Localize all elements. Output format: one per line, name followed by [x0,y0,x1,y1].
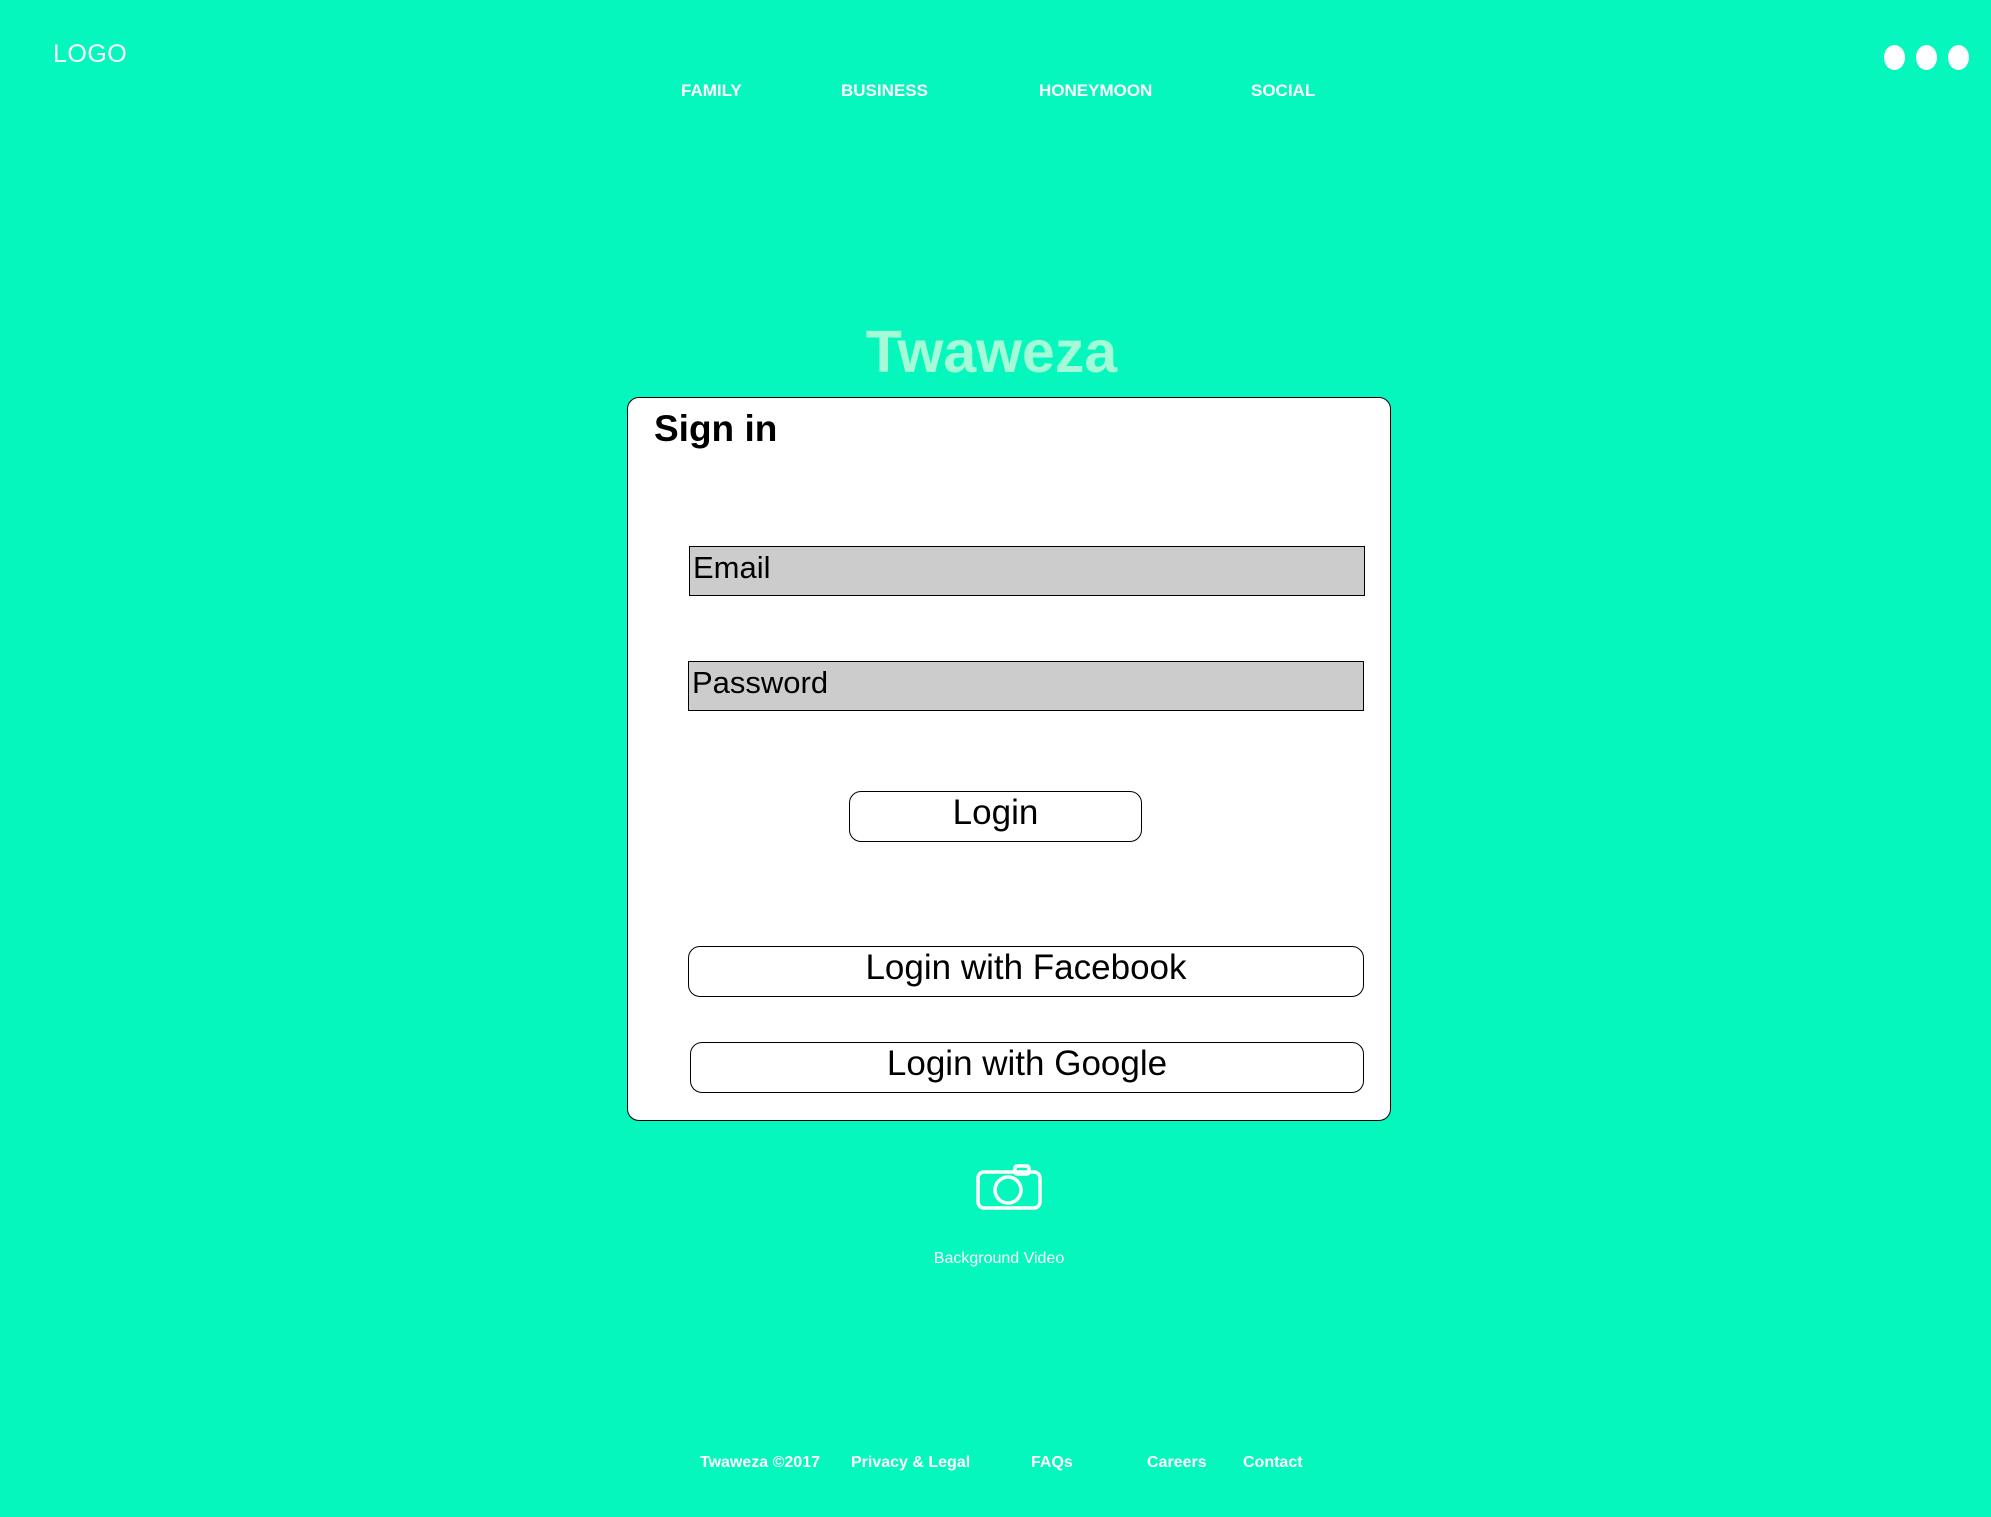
footer-link-careers[interactable]: Careers [1147,1454,1207,1472]
login-google-button[interactable]: Login with Google [690,1042,1364,1093]
camera-icon [976,1164,1042,1210]
brand-title-text: Twaweza [865,319,1118,385]
footer-link-contact[interactable]: Contact [1243,1454,1303,1472]
signin-card [627,397,1391,1121]
password-field[interactable]: Password [688,661,1364,711]
nav-item-social[interactable]: SOCIAL [1251,81,1315,101]
nav-item-family[interactable]: FAMILY [681,81,742,101]
footer-copyright: Twaweza ©2017 [700,1454,820,1471]
nav-item-business[interactable]: BUSINESS [841,81,928,101]
brand-title: Twaweza [0,318,1991,386]
more-menu-icon[interactable] [1884,45,1969,70]
menu-dot [1884,45,1905,70]
login-facebook-button[interactable]: Login with Facebook [688,946,1364,997]
email-field[interactable]: Email [689,546,1365,596]
footer-link-faqs[interactable]: FAQs [1031,1454,1073,1472]
nav-item-honeymoon[interactable]: HONEYMOON [1039,81,1152,101]
footer-link-privacy[interactable]: Privacy & Legal [851,1454,970,1472]
logo[interactable]: LOGO [53,40,127,69]
signin-title: Sign in [654,408,778,449]
menu-dot [1916,45,1937,70]
background-video-label: Background Video [933,1250,1065,1267]
menu-dot [1948,45,1969,70]
login-button[interactable]: Login [849,791,1142,842]
